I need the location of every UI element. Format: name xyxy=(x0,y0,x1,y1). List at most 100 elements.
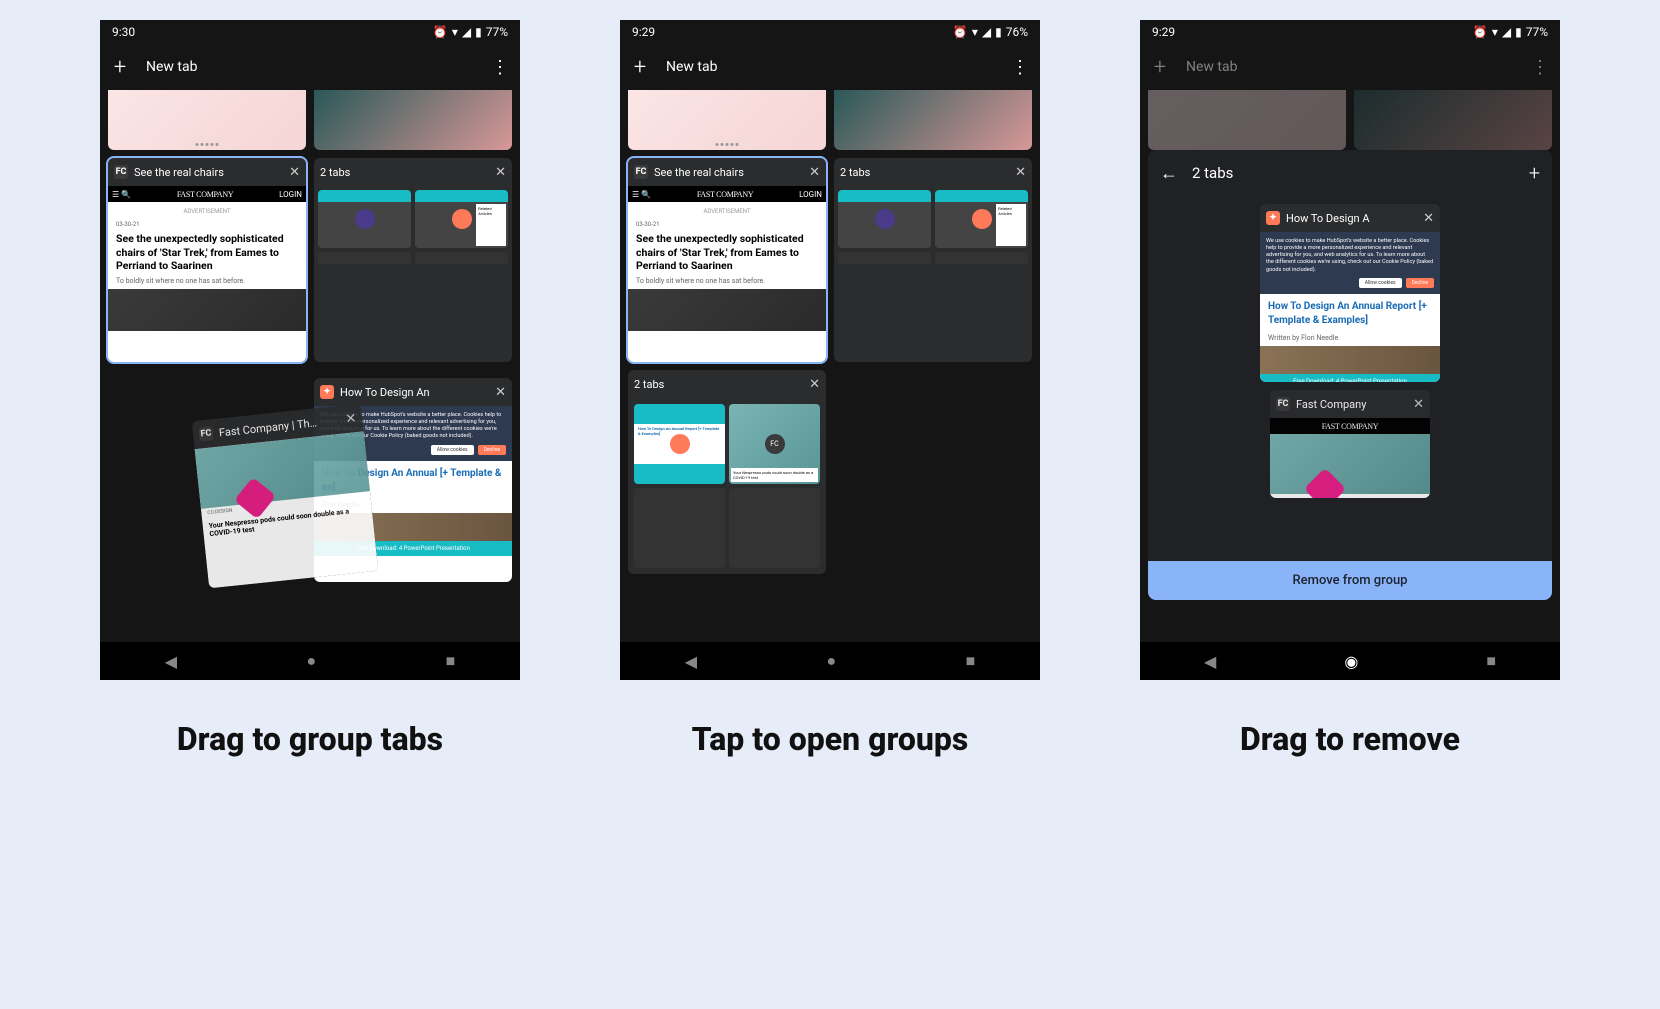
status-bar: 9:29 ⏰ ▾ ◢ ▮ 77% xyxy=(1140,20,1560,44)
status-battery: 77% xyxy=(1526,25,1548,39)
article-headline: See the unexpectedly sophisticated chair… xyxy=(628,228,826,277)
partial-tab-top-right[interactable] xyxy=(314,90,512,150)
nav-bar: ◀ ● ■ xyxy=(100,642,520,680)
new-tab-label: New tab xyxy=(1186,59,1237,75)
close-icon[interactable]: ✕ xyxy=(495,385,506,400)
close-icon[interactable]: ✕ xyxy=(495,165,506,180)
favicon-hubspot: ✦ xyxy=(320,385,334,399)
partial-tab-top-left[interactable] xyxy=(628,90,826,150)
mini-tab xyxy=(838,190,931,248)
tab-switcher-toolbar: + New tab ⋮ xyxy=(620,44,1040,90)
article-headline: How To Design An Annual Report [+ Templa… xyxy=(1260,294,1440,334)
tab-switcher-toolbar: + New tab ⋮ xyxy=(1140,44,1560,90)
nav-recents-icon[interactable]: ■ xyxy=(446,651,456,671)
caption: Tap to open groups xyxy=(692,720,969,758)
mini-tab-empty xyxy=(935,252,1028,264)
phone-tap-to-open: 9:29 ⏰ ▾ ◢ ▮ 76% + New tab ⋮ xyxy=(620,20,1040,680)
tab-group-card[interactable]: 2 tabs ✕ Related Article xyxy=(314,158,512,362)
close-icon[interactable]: ✕ xyxy=(1015,165,1026,180)
tab-title: Fast Company xyxy=(1296,398,1407,411)
phone-drag-to-group: 9:30 ⏰ ▾ ◢ ▮ 77% + New tab ⋮ xyxy=(100,20,520,680)
alarm-icon: ⏰ xyxy=(1473,25,1488,39)
new-tab-label[interactable]: New tab xyxy=(666,59,717,75)
partial-tab-top-right[interactable] xyxy=(834,90,1032,150)
nav-home-icon[interactable]: ● xyxy=(826,651,836,671)
caption: Drag to remove xyxy=(1240,720,1460,758)
tab-switcher-toolbar: + New tab ⋮ xyxy=(100,44,520,90)
alarm-icon: ⏰ xyxy=(953,25,968,39)
mini-tab: Related Articles xyxy=(935,190,1028,248)
nav-home-icon[interactable]: ◉ xyxy=(1344,652,1358,671)
tab-card-fastcompany[interactable]: FC See the real chairs ✕ ☰ 🔍FAST COMPANY… xyxy=(628,158,826,362)
signal-icon: ◢ xyxy=(462,25,471,39)
group-title: 2 tabs xyxy=(634,378,803,391)
alarm-icon: ⏰ xyxy=(433,25,448,39)
wifi-icon: ▾ xyxy=(452,25,458,39)
article-headline: See the unexpectedly sophisticated chair… xyxy=(108,228,306,277)
plus-icon[interactable]: + xyxy=(628,55,652,79)
overflow-menu-icon[interactable]: ⋮ xyxy=(1008,55,1032,79)
wifi-icon: ▾ xyxy=(1492,25,1498,39)
nav-recents-icon[interactable]: ■ xyxy=(966,651,976,671)
remove-from-group-dropzone[interactable]: Remove from group xyxy=(1148,561,1552,600)
tab-group-card[interactable]: 2 tabs ✕ How To Design An Annual Report … xyxy=(628,370,826,574)
nav-recents-icon[interactable]: ■ xyxy=(1486,651,1496,671)
signal-icon: ◢ xyxy=(1502,25,1511,39)
battery-icon: ▮ xyxy=(1515,25,1522,39)
partial-tab-top-right xyxy=(1354,90,1552,150)
close-icon[interactable]: ✕ xyxy=(809,377,820,392)
nav-bar: ◀ ◉ ■ xyxy=(1140,642,1560,680)
tab-card-fastcompany[interactable]: FC See the real chairs ✕ ☰ 🔍FAST COMPANY… xyxy=(108,158,306,362)
new-tab-label[interactable]: New tab xyxy=(146,59,197,75)
back-icon[interactable]: ← xyxy=(1160,163,1178,184)
dragging-tab[interactable]: FC Fast Company ✕ FAST COMPANY xyxy=(1270,390,1430,498)
wifi-icon: ▾ xyxy=(972,25,978,39)
group-title: 2 tabs xyxy=(840,166,1009,179)
mini-tab-empty xyxy=(415,252,508,264)
nav-back-icon[interactable]: ◀ xyxy=(165,652,177,671)
favicon-fastcompany: FC xyxy=(198,426,213,441)
tab-title: How To Design A xyxy=(1286,212,1417,225)
nav-back-icon[interactable]: ◀ xyxy=(685,652,697,671)
partial-tab-top-left xyxy=(1148,90,1346,150)
status-bar: 9:30 ⏰ ▾ ◢ ▮ 77% xyxy=(100,20,520,44)
mini-tab: FC Your Nespresso pods could soon double… xyxy=(729,404,820,484)
status-battery: 77% xyxy=(486,25,508,39)
plus-icon[interactable]: + xyxy=(1529,161,1540,185)
status-bar: 9:29 ⏰ ▾ ◢ ▮ 76% xyxy=(620,20,1040,44)
close-icon[interactable]: ✕ xyxy=(289,165,300,180)
nav-home-icon[interactable]: ● xyxy=(306,651,316,671)
tab-title: How To Design An xyxy=(340,386,489,399)
favicon-hubspot: ✦ xyxy=(1266,211,1280,225)
overflow-menu-icon[interactable]: ⋮ xyxy=(488,55,512,79)
partial-tab-top-left[interactable] xyxy=(108,90,306,150)
tab-card-hubspot[interactable]: ✦ How To Design A ✕ We use cookies to ma… xyxy=(1260,204,1440,382)
phone-drag-to-remove: 9:29 ⏰ ▾ ◢ ▮ 77% + New tab ⋮ xyxy=(1140,20,1560,680)
status-battery: 76% xyxy=(1006,25,1028,39)
close-icon[interactable]: ✕ xyxy=(345,411,357,427)
dragging-tab[interactable]: FC Fast Company | Th… ✕ CO.DESIGN Your N… xyxy=(192,404,379,589)
plus-icon[interactable]: + xyxy=(108,55,132,79)
mini-tab-empty xyxy=(838,252,931,264)
mini-tab-empty xyxy=(729,488,820,568)
group-title: 2 tabs xyxy=(320,166,489,179)
status-time: 9:30 xyxy=(112,25,135,39)
overflow-menu-icon: ⋮ xyxy=(1528,55,1552,79)
mini-tab-empty xyxy=(318,252,411,264)
nav-bar: ◀ ● ■ xyxy=(620,642,1040,680)
mini-tab xyxy=(318,190,411,248)
favicon-fastcompany: FC xyxy=(114,165,128,179)
caption: Drag to group tabs xyxy=(177,720,443,758)
close-icon[interactable]: ✕ xyxy=(1413,397,1424,412)
group-sheet: ← 2 tabs + ✦ How To Design A ✕ We use c xyxy=(1148,150,1552,600)
close-icon[interactable]: ✕ xyxy=(1423,211,1434,226)
status-time: 9:29 xyxy=(632,25,655,39)
status-time: 9:29 xyxy=(1152,25,1175,39)
signal-icon: ◢ xyxy=(982,25,991,39)
nav-back-icon[interactable]: ◀ xyxy=(1204,652,1216,671)
tab-group-card[interactable]: 2 tabs ✕ Related Articles xyxy=(834,158,1032,362)
battery-icon: ▮ xyxy=(995,25,1002,39)
close-icon[interactable]: ✕ xyxy=(809,165,820,180)
favicon-fastcompany: FC xyxy=(634,165,648,179)
mini-tab-empty xyxy=(634,488,725,568)
